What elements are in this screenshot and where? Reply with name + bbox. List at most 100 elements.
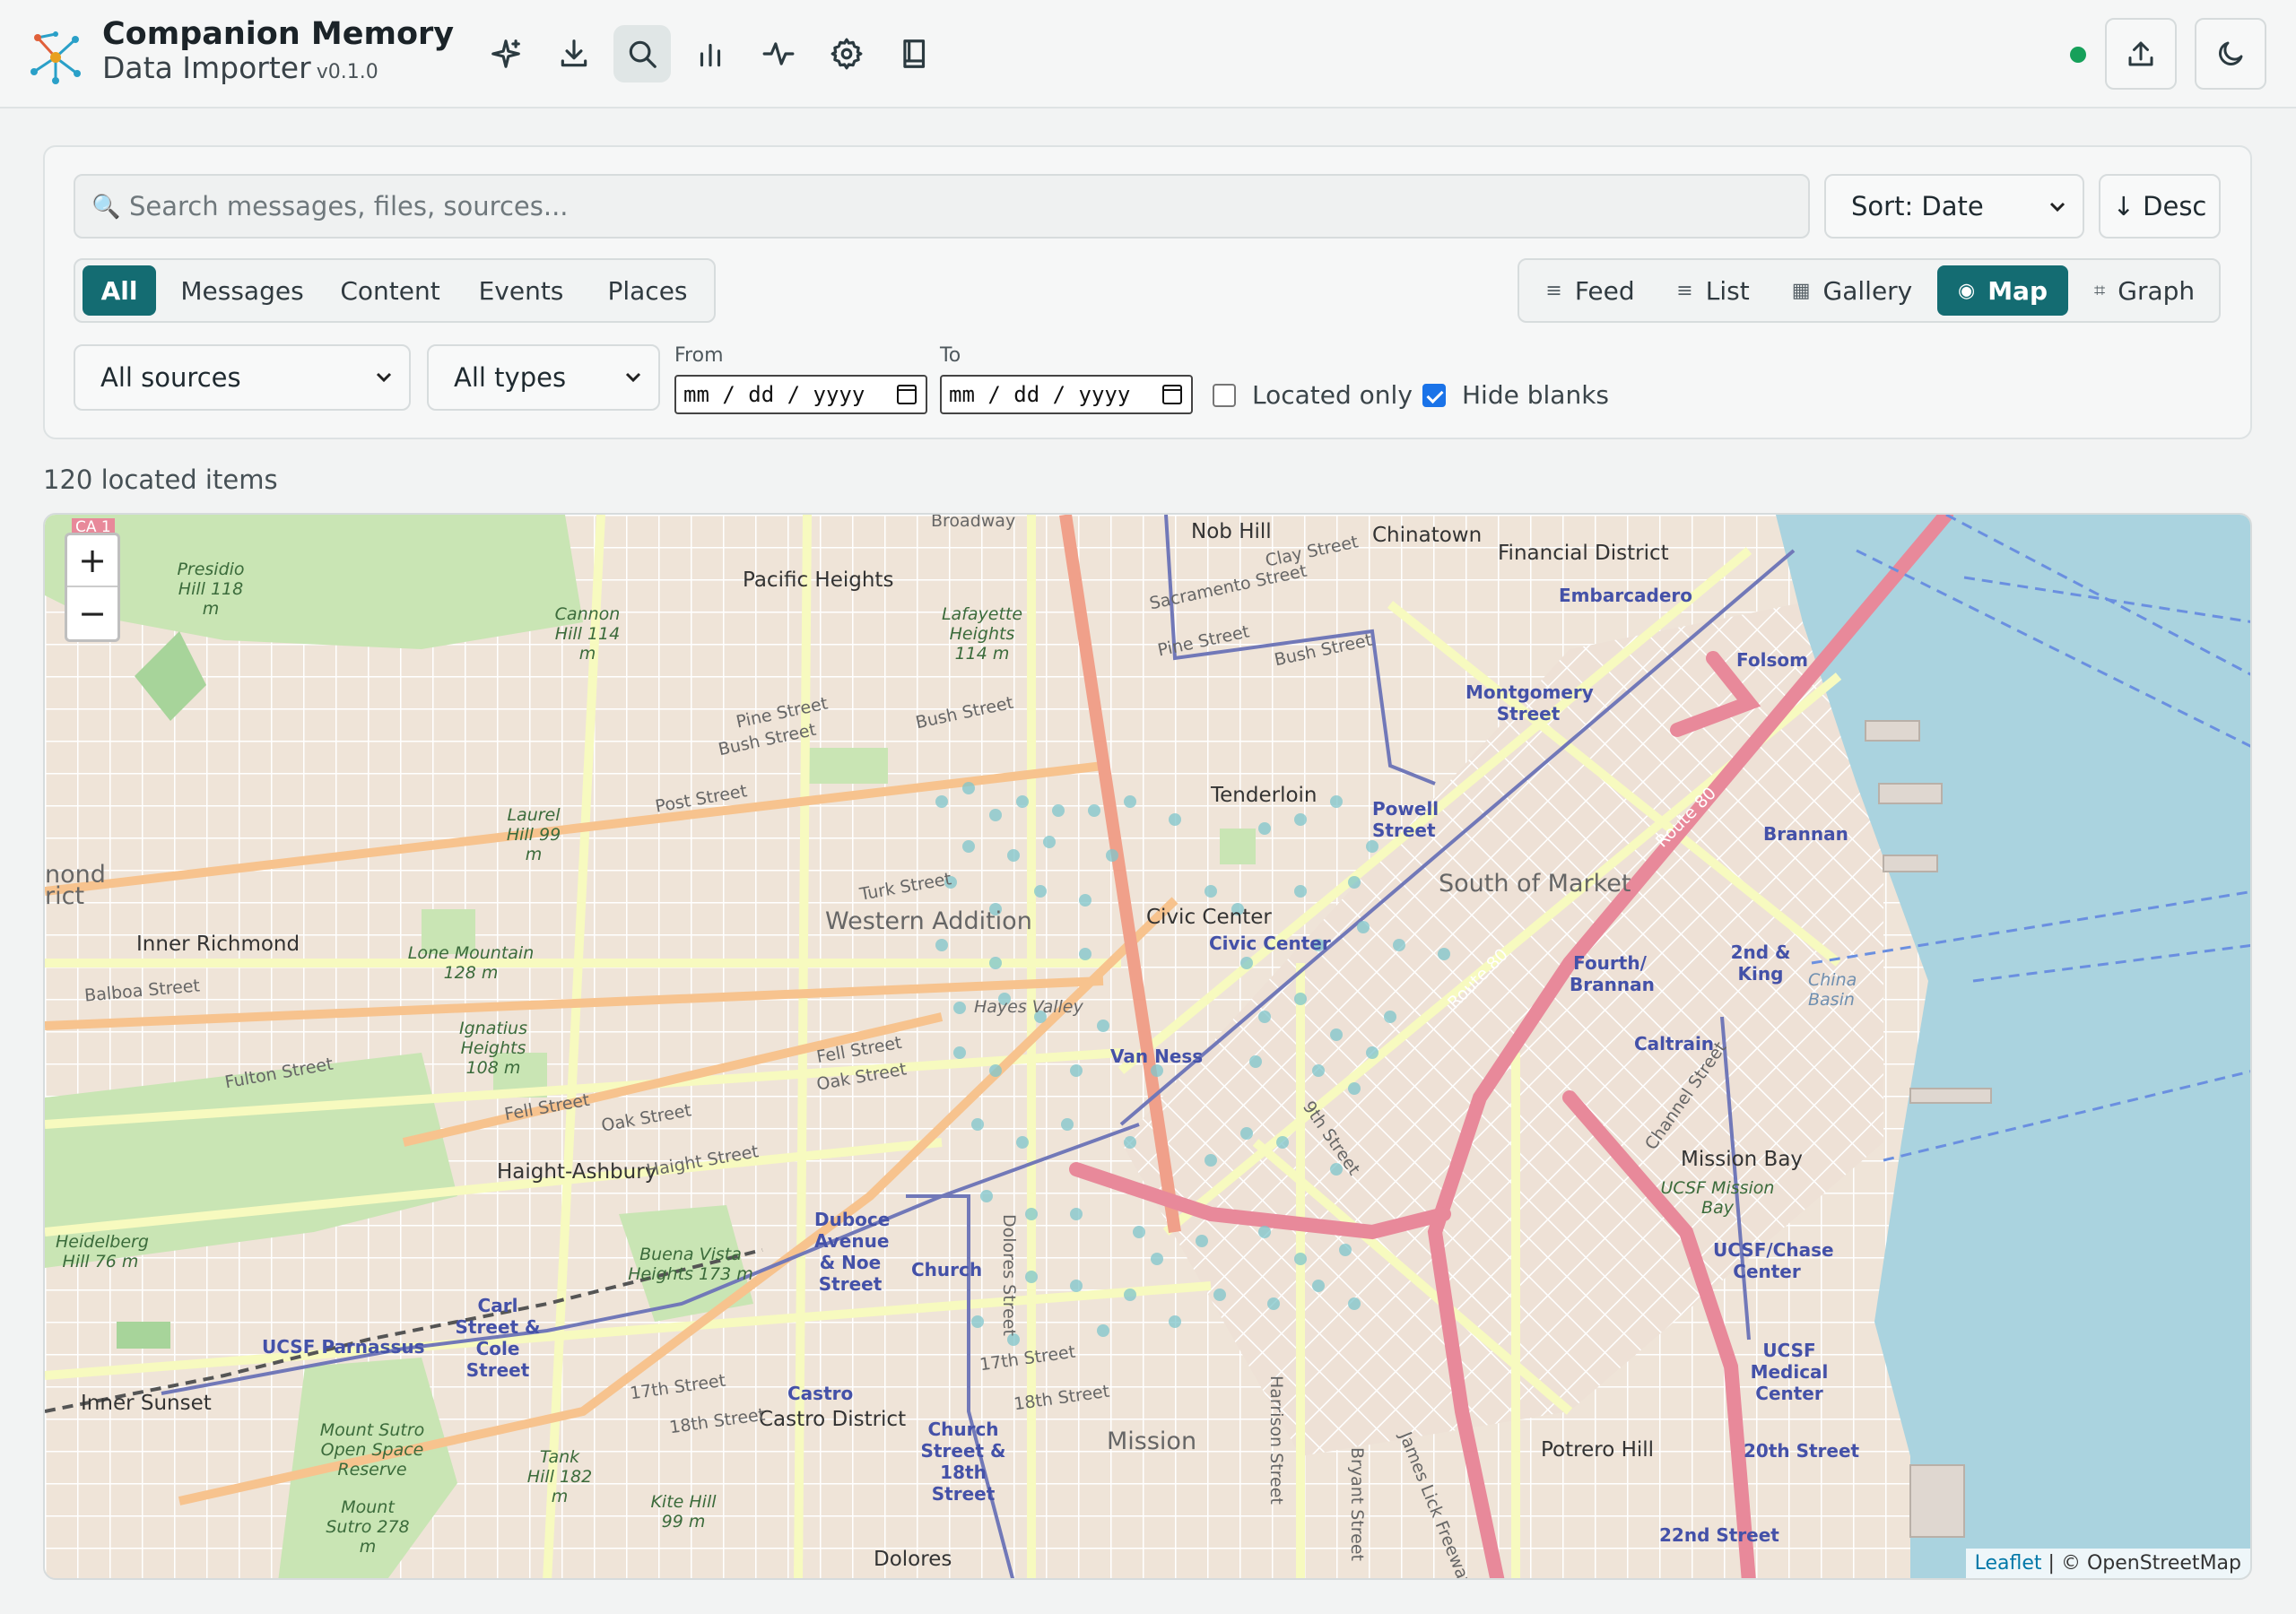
located-only-label: Located only (1252, 380, 1413, 410)
hide-blanks-checkbox[interactable] (1422, 384, 1446, 407)
zoom-out-button[interactable]: − (67, 587, 117, 639)
gear-icon[interactable] (818, 25, 875, 82)
map-label: Inner Sunset (81, 1392, 212, 1415)
bar-chart-icon[interactable] (682, 25, 739, 82)
map-label: nond rict (45, 861, 106, 910)
view-graph[interactable]: ⌗ Graph (2081, 265, 2208, 316)
map-label: Financial District (1498, 542, 1669, 565)
map-label: Caltrain (1634, 1033, 1715, 1054)
map-label: Carl Street & Cole Street (455, 1295, 541, 1381)
map-label: Tank Hill 182 m (526, 1447, 593, 1506)
category-tabs: All Messages Content Events Places (74, 258, 716, 323)
map-label: Castro (787, 1383, 854, 1404)
app-logo-icon (30, 31, 81, 84)
map-label: Montgomery Street (1465, 681, 1594, 725)
chevron-down-icon (2049, 202, 2066, 213)
theme-toggle-button[interactable] (2195, 18, 2266, 90)
sparkle-icon[interactable] (477, 25, 535, 82)
map-label: Mission (1107, 1427, 1197, 1455)
map-label: Nob Hill (1191, 520, 1272, 543)
chevron-down-icon (376, 372, 392, 383)
from-label: From (674, 344, 724, 367)
map-label: Mission Bay (1681, 1148, 1804, 1171)
map-label: Dolores Street (999, 1214, 1019, 1336)
tab-content[interactable]: Content (330, 265, 450, 316)
map-label: 20th Street (1744, 1440, 1860, 1462)
map-label: Castro District (759, 1408, 907, 1431)
map-label: Presidio Hill 118 m (177, 560, 245, 619)
book-icon[interactable] (886, 25, 944, 82)
map-label: 22nd Street (1659, 1524, 1779, 1546)
zoom-in-button[interactable]: + (67, 535, 117, 587)
upload-button[interactable] (2105, 18, 2177, 90)
to-date-input[interactable]: mm / dd / yyyy (940, 375, 1193, 414)
list-icon: ≡ (1676, 279, 1693, 302)
map-label: UCSF Medical Center (1750, 1340, 1829, 1404)
sort-select[interactable]: Sort: Date (1824, 174, 2084, 239)
map-label: Civic Center (1146, 906, 1272, 929)
view-gallery[interactable]: ▦ Gallery (1781, 265, 1923, 316)
map-label: Mount Sutro 278 m (326, 1497, 410, 1557)
tab-all[interactable]: All (83, 265, 156, 316)
map-label: Potrero Hill (1541, 1438, 1655, 1462)
upload-icon (2128, 41, 2153, 66)
map-label: Cannon Hill 114 m (554, 604, 621, 664)
map-label: Ignatius Heights 108 m (458, 1019, 528, 1078)
map-view[interactable]: Broadway Nob Hill Chinatown Financial Di… (43, 513, 2252, 1580)
map-label: Duboce Avenue & Noe Street (814, 1209, 891, 1295)
map-label: Folsom (1736, 649, 1808, 671)
calendar-icon[interactable] (1162, 385, 1182, 404)
leaflet-link[interactable]: Leaflet (1975, 1552, 2042, 1575)
tab-places[interactable]: Places (592, 265, 703, 316)
search-box[interactable]: 🔍 (74, 174, 1810, 239)
app-title: Companion Memory (102, 16, 455, 52)
activity-icon[interactable] (750, 25, 807, 82)
tab-events[interactable]: Events (465, 265, 578, 316)
from-date-input[interactable]: mm / dd / yyyy (674, 375, 927, 414)
located-only-checkbox[interactable] (1213, 384, 1236, 407)
app-subtitle: Data Importer v0.1.0 (102, 50, 378, 85)
map-label: Inner Richmond (136, 933, 300, 956)
search-icon[interactable] (613, 25, 671, 82)
map-label: Mount Sutro Open Space Reserve (319, 1420, 425, 1480)
map-label: Haight-Ashbury (497, 1160, 657, 1184)
search-small-icon: 🔍 (91, 194, 121, 221)
moon-icon (2219, 41, 2243, 65)
map-label: Western Addition (825, 907, 1032, 935)
map-label: Harrison Street (1266, 1375, 1286, 1505)
hide-blanks-label: Hide blanks (1462, 380, 1609, 410)
calendar-icon[interactable] (897, 385, 917, 404)
view-map[interactable]: ◉ Map (1937, 265, 2068, 316)
map-label: Hayes Valley (974, 997, 1083, 1017)
map-label: Fourth/ Brannan (1570, 952, 1655, 995)
view-feed[interactable]: ≡ Feed (1532, 265, 1648, 316)
map-label: Tenderloin (1211, 784, 1318, 807)
chevron-down-icon (625, 372, 641, 383)
map-label: South of Market (1439, 870, 1631, 898)
source-select[interactable]: All sources (74, 344, 411, 411)
map-label: Church (911, 1259, 983, 1280)
map-label: Brannan (1763, 823, 1848, 845)
map-label: Lone Mountain 128 m (407, 943, 535, 983)
map-label: 2nd & King (1730, 941, 1791, 985)
map-label: Church Street & 18th Street (920, 1419, 1006, 1505)
map-label: China Basin (1808, 970, 1857, 1010)
map-label: UCSF/Chase Center (1713, 1239, 1834, 1282)
app-header: Companion Memory Data Importer v0.1.0 (0, 0, 2296, 108)
graph-icon: ⌗ (2093, 279, 2106, 302)
map-label: Bryant Street (1347, 1447, 1367, 1561)
feed-icon: ≡ (1545, 279, 1562, 302)
status-indicator (2070, 47, 2086, 63)
map-label: Pacific Heights (743, 568, 894, 592)
map-label: Embarcadero (1559, 585, 1693, 606)
tab-messages[interactable]: Messages (169, 265, 316, 316)
to-label: To (940, 344, 961, 367)
map-label: Van Ness (1110, 1046, 1204, 1067)
sort-order-button[interactable]: ↓ Desc (2099, 174, 2221, 239)
download-icon[interactable] (545, 25, 603, 82)
search-input[interactable] (129, 187, 1788, 226)
view-list[interactable]: ≡ List (1661, 265, 1765, 316)
map-label: Kite Hill 99 m (650, 1492, 717, 1532)
type-select[interactable]: All types (427, 344, 660, 411)
map-label: Powell Street (1372, 798, 1439, 841)
